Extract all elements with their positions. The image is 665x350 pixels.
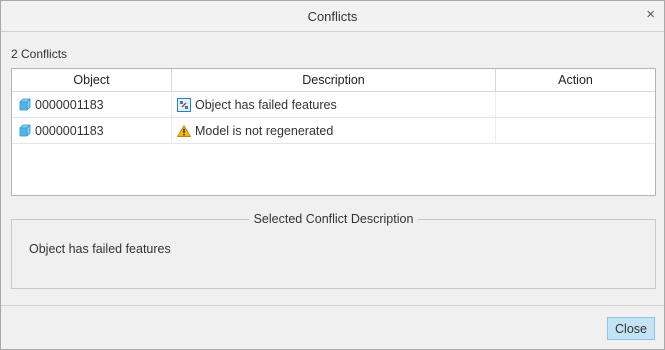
close-icon[interactable]: ×	[646, 7, 655, 23]
conflicts-dialog: Conflicts × 2 Conflicts Object Descripti…	[0, 0, 665, 350]
table-row[interactable]: 0000001183 Model is not regenerated	[12, 118, 655, 144]
description-cell: Object has failed features	[172, 92, 496, 117]
description-text: Model is not regenerated	[195, 123, 334, 138]
part-cube-icon	[19, 98, 31, 110]
object-name: 0000001183	[35, 97, 104, 112]
conflicts-table: Object Description Action 0000001183 Obj…	[11, 68, 656, 196]
description-cell: Model is not regenerated	[172, 118, 496, 143]
object-cell: 0000001183	[12, 118, 172, 143]
group-legend: Selected Conflict Description	[248, 212, 419, 226]
dialog-title: Conflicts	[307, 9, 358, 24]
description-text: Object has failed features	[195, 97, 337, 112]
conflict-count: 2 Conflicts	[11, 47, 68, 61]
failed-features-icon	[177, 97, 191, 112]
action-cell[interactable]	[496, 118, 655, 143]
object-name: 0000001183	[35, 123, 104, 138]
column-header-description[interactable]: Description	[172, 69, 496, 91]
table-header: Object Description Action	[12, 69, 655, 92]
warning-icon	[177, 124, 191, 137]
part-cube-icon	[19, 124, 31, 136]
title-bar: Conflicts ×	[1, 1, 664, 32]
close-button[interactable]: Close	[607, 317, 655, 340]
table-row[interactable]: 0000001183 Object has failed features	[12, 92, 655, 118]
object-cell: 0000001183	[12, 92, 172, 117]
column-header-object[interactable]: Object	[12, 69, 172, 91]
selected-conflict-description: Selected Conflict Description Object has…	[11, 212, 656, 289]
action-cell[interactable]	[496, 92, 655, 117]
column-header-action[interactable]: Action	[496, 69, 655, 91]
footer-divider	[1, 305, 664, 306]
selected-description-text: Object has failed features	[29, 242, 171, 256]
